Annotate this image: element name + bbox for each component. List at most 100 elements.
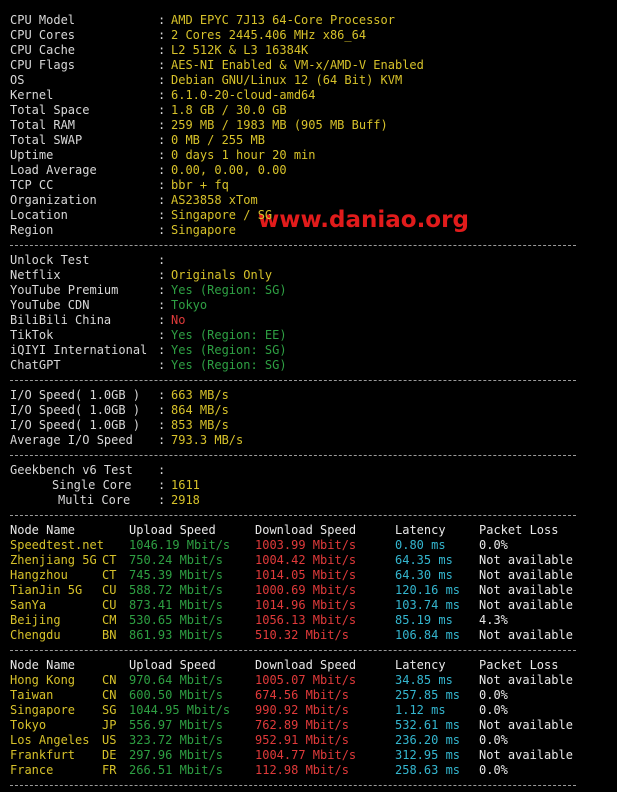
info-label: CPU Cores — [10, 28, 76, 42]
colon: : — [158, 193, 166, 207]
system-row: Load Average:0.00, 0.00, 0.00 — [10, 163, 610, 178]
info-label: Load Average — [10, 163, 97, 177]
system-row: Total RAM:259 MB / 1983 MB (905 MB Buff) — [10, 118, 610, 133]
section-separator — [10, 245, 576, 246]
packet-loss-value: Not available — [479, 718, 573, 732]
info-value: L2 512K & L3 16384K — [171, 43, 309, 57]
system-row: CPU Cores:2 Cores 2445.406 MHz x86_64 — [10, 28, 610, 43]
download-speed: 1056.13 Mbit/s — [255, 613, 357, 627]
info-value: Debian GNU/Linux 12 (64 Bit) KVM — [171, 73, 403, 87]
download-speed: 112.98 Mbit/s — [255, 763, 349, 777]
latency-value: 236.20 ms — [395, 733, 461, 747]
info-label: YouTube CDN — [10, 298, 90, 312]
info-label: Total RAM — [10, 118, 76, 132]
info-value: 0.00, 0.00, 0.00 — [171, 163, 287, 177]
packet-loss-value: 0.0% — [479, 538, 508, 552]
column-header-loss: Packet Loss — [479, 523, 559, 537]
speed-table-row: SanYa CU 873.41 Mbit/s 1014.96 Mbit/s 103.74… — [10, 598, 610, 613]
info-value: 2918 — [171, 493, 200, 507]
info-label: CPU Cache — [10, 43, 76, 57]
speed-table-row: Beijing CM 530.65 Mbit/s 1056.13 Mbit/s 85.1… — [10, 613, 610, 628]
column-header-latency: Latency — [395, 523, 446, 537]
colon: : — [158, 148, 166, 162]
section-separator — [10, 455, 576, 456]
upload-speed: 530.65 Mbit/s — [129, 613, 223, 627]
colon: : — [158, 28, 166, 42]
info-value: Yes (Region: SG) — [171, 343, 287, 357]
speed-table-row: Frankfurt DE 297.96 Mbit/s 1004.77 Mbit/s 31… — [10, 748, 610, 763]
info-label: Region — [10, 223, 54, 237]
colon: : — [158, 133, 166, 147]
upload-speed: 745.39 Mbit/s — [129, 568, 223, 582]
unlock-row: Netflix: Originals Only — [10, 268, 610, 283]
colon: : — [158, 88, 166, 102]
packet-loss-value: Not available — [479, 628, 573, 642]
column-header-node: Node Name — [10, 658, 76, 672]
unlock-row: YouTube CDN: Tokyo — [10, 298, 610, 313]
info-value: Tokyo — [171, 298, 208, 312]
node-name: Taiwan — [10, 688, 54, 702]
speed-table-row: Zhenjiang 5G CT 750.24 Mbit/s 1004.42 Mbit/… — [10, 553, 610, 568]
info-label: Total Space — [10, 103, 90, 117]
node-name: France — [10, 763, 54, 777]
info-label: ChatGPT — [10, 358, 61, 372]
speed-table-row: TianJin 5G CU 588.72 Mbit/s 1000.69 Mbit/s 1… — [10, 583, 610, 598]
colon: : — [158, 328, 166, 342]
info-label: TCP CC — [10, 178, 54, 192]
node-name: Frankfurt — [10, 748, 76, 762]
download-speed: 1005.07 Mbit/s — [255, 673, 357, 687]
geekbench-row: Multi Core:2918 — [10, 493, 610, 508]
download-speed: 952.91 Mbit/s — [255, 733, 349, 747]
download-speed: 510.32 Mbit/s — [255, 628, 349, 642]
node-isp-code: JP — [102, 718, 117, 732]
info-label: Uptime — [10, 148, 54, 162]
info-label: Total SWAP — [10, 133, 83, 147]
info-value: 663 MB/s — [171, 388, 229, 402]
info-label: Unlock Test — [10, 253, 90, 267]
download-speed: 1004.77 Mbit/s — [255, 748, 357, 762]
info-value: AS23858 xTom — [171, 193, 258, 207]
node-name: Speedtest.net — [10, 538, 104, 552]
upload-speed: 323.72 Mbit/s — [129, 733, 223, 747]
latency-value: 312.95 ms — [395, 748, 461, 762]
latency-value: 120.16 ms — [395, 583, 461, 597]
colon: : — [158, 418, 166, 432]
io-row: I/O Speed( 1.0GB ):663 MB/s — [10, 388, 610, 403]
system-row: CPU Model: AMD EPYC 7J13 64-Core Processo… — [10, 13, 610, 28]
system-row: Uptime:0 days 1 hour 20 min — [10, 148, 610, 163]
info-value: Yes (Region: SG) — [171, 358, 287, 372]
system-row: TCP CC: bbr + fq — [10, 178, 610, 193]
info-value: Originals Only — [171, 268, 273, 282]
packet-loss-value: Not available — [479, 553, 573, 567]
speed-table-header: Node Name Upload Speed Download Speed Laten… — [10, 523, 610, 538]
node-isp-code: CN — [102, 673, 117, 687]
speed-table-header: Node Name Upload Speed Download Speed Laten… — [10, 658, 610, 673]
unlock-row: ChatGPT: Yes (Region: SG) — [10, 358, 610, 373]
info-value: 793.3 MB/s — [171, 433, 244, 447]
info-value: bbr + fq — [171, 178, 229, 192]
colon: : — [158, 433, 166, 447]
system-row: Total Space:1.8 GB / 30.0 GB — [10, 103, 610, 118]
upload-speed: 588.72 Mbit/s — [129, 583, 223, 597]
colon: : — [158, 58, 166, 72]
packet-loss-value: Not available — [479, 673, 573, 687]
info-label: I/O Speed( 1.0GB ) — [10, 388, 141, 402]
latency-value: 106.84 ms — [395, 628, 461, 642]
column-header-upload: Upload Speed — [129, 523, 216, 537]
latency-value: 34.85 ms — [395, 673, 453, 687]
column-header-latency: Latency — [395, 658, 446, 672]
node-name: Singapore — [10, 703, 76, 717]
node-name: Tokyo — [10, 718, 47, 732]
system-row: Kernel:6.1.0-20-cloud-amd64 — [10, 88, 610, 103]
node-name: Chengdu — [10, 628, 61, 642]
colon: : — [158, 493, 166, 507]
info-value: 259 MB / 1983 MB (905 MB Buff) — [171, 118, 388, 132]
download-speed: 762.89 Mbit/s — [255, 718, 349, 732]
latency-value: 103.74 ms — [395, 598, 461, 612]
node-name: Hong Kong — [10, 673, 76, 687]
section-separator — [10, 380, 576, 381]
speed-table-row: Singapore SG 1044.95 Mbit/s 990.92 Mbit/s 1.… — [10, 703, 610, 718]
info-value: 1.8 GB / 30.0 GB — [171, 103, 287, 117]
latency-value: 258.63 ms — [395, 763, 461, 777]
node-name: Hangzhou — [10, 568, 68, 582]
